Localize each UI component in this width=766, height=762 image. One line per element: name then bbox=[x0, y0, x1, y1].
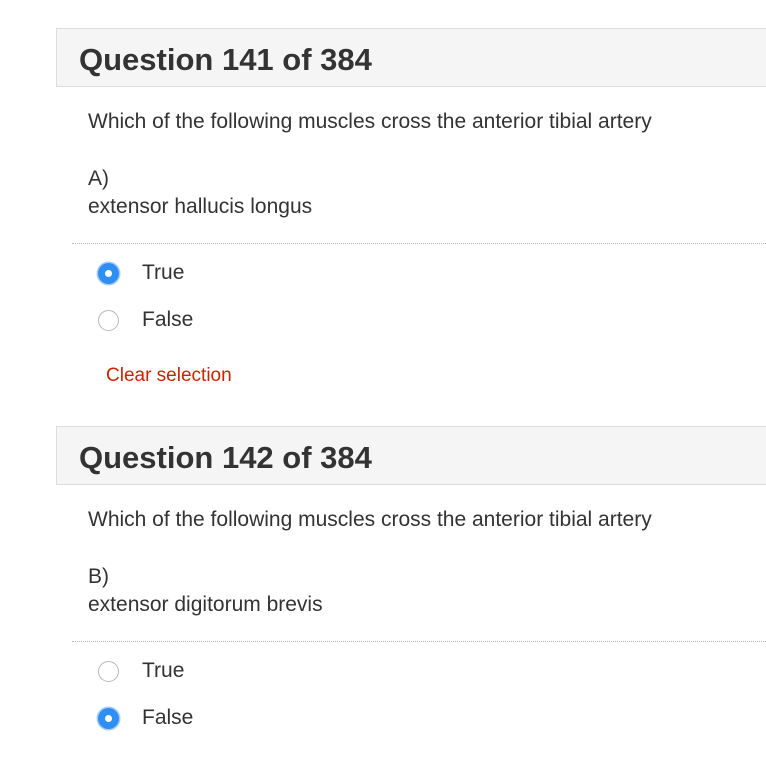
choice-false[interactable]: False bbox=[96, 308, 296, 336]
choice-true[interactable]: True bbox=[96, 659, 296, 687]
option-text: extensor hallucis longus bbox=[88, 195, 313, 218]
radio-button[interactable] bbox=[98, 661, 119, 682]
question-header: Question 141 of 384 bbox=[56, 28, 766, 87]
option-letter: A) bbox=[88, 167, 109, 190]
choice-label: True bbox=[142, 261, 185, 284]
radio-button[interactable] bbox=[98, 310, 119, 331]
question-prompt: Which of the following muscles cross the… bbox=[88, 508, 652, 531]
quiz-page: Question 141 of 384 Which of the followi… bbox=[0, 0, 766, 762]
clear-selection-link[interactable]: Clear selection bbox=[106, 365, 232, 387]
choice-false[interactable]: False bbox=[96, 706, 296, 734]
choice-true[interactable]: True bbox=[96, 261, 296, 289]
choice-label: False bbox=[142, 308, 194, 331]
divider bbox=[72, 641, 766, 642]
radio-button-selected[interactable] bbox=[98, 708, 119, 729]
question-prompt: Which of the following muscles cross the… bbox=[88, 110, 652, 133]
question-title: Question 141 of 384 bbox=[79, 42, 372, 77]
option-text: extensor digitorum brevis bbox=[88, 593, 323, 616]
option-letter: B) bbox=[88, 565, 109, 588]
choice-label: False bbox=[142, 706, 194, 729]
question-header: Question 142 of 384 bbox=[56, 426, 766, 485]
radio-button-selected[interactable] bbox=[98, 263, 119, 284]
question-title: Question 142 of 384 bbox=[79, 440, 372, 475]
choice-label: True bbox=[142, 659, 185, 682]
divider bbox=[72, 243, 766, 244]
